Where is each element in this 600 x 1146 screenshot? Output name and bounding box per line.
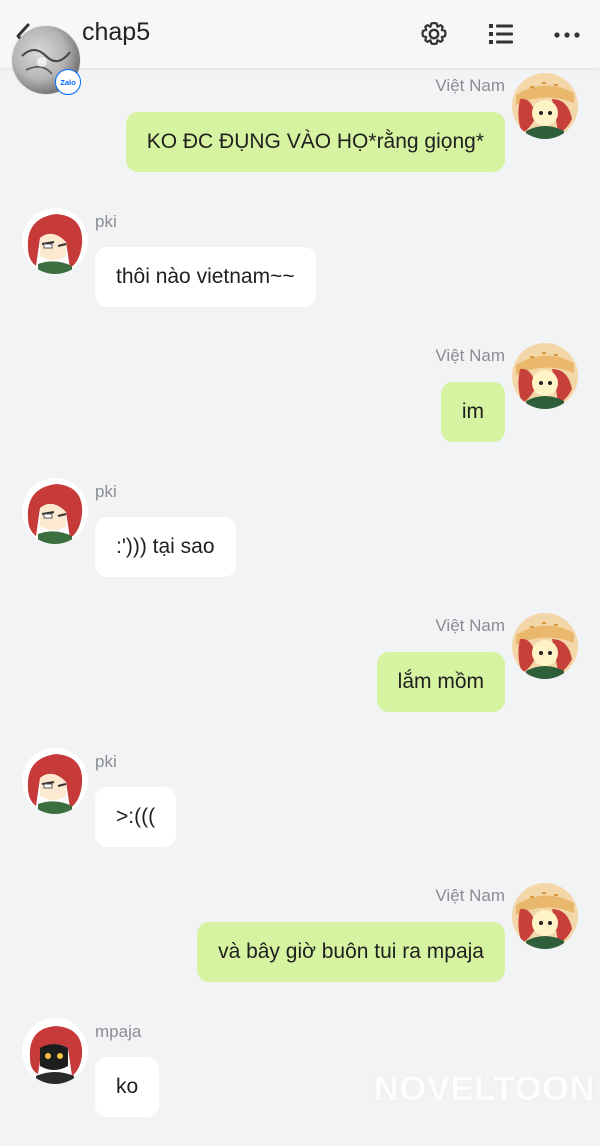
message-bubble[interactable]: thôi nào vietnam~~ [95,247,316,307]
avatar[interactable] [512,613,578,679]
avatar[interactable] [22,1018,88,1084]
avatar[interactable] [512,343,578,409]
zalo-badge: Zalo [55,69,81,95]
sender-name: Việt Nam [435,346,505,365]
message-bubble[interactable]: im [440,382,505,442]
sender-name: mpaja [95,1022,142,1041]
avatar[interactable] [512,883,578,949]
message-bubble[interactable]: KO ĐC ĐỤNG VÀO HỌ*rằng giọng* [125,112,505,172]
sender-name: Việt Nam [435,616,505,635]
avatar[interactable] [22,748,88,814]
group-avatar[interactable]: Zalo [12,26,81,95]
sender-name: pki [95,212,117,231]
more-icon[interactable] [551,18,583,50]
chat-title: chap5 [82,18,151,46]
watermark: NOVELTOON [374,1070,596,1108]
message-bubble[interactable]: >:((( [95,787,177,847]
avatar[interactable] [22,208,88,274]
sender-name: pki [95,482,117,501]
message-bubble[interactable]: lắm mồm [376,652,505,712]
message-bubble[interactable]: :'))) tại sao [95,517,236,577]
avatar[interactable] [22,478,88,544]
sender-name: Việt Nam [435,76,505,95]
sender-name: pki [95,752,117,771]
sender-name: Việt Nam [435,886,505,905]
message-bubble[interactable]: và bây giờ buôn tui ra mpaja [197,922,505,982]
list-icon[interactable] [485,18,517,50]
settings-icon[interactable] [418,18,450,50]
chat-header: chap5 [0,0,600,68]
message-bubble[interactable]: ko [95,1057,160,1117]
avatar[interactable] [512,73,578,139]
